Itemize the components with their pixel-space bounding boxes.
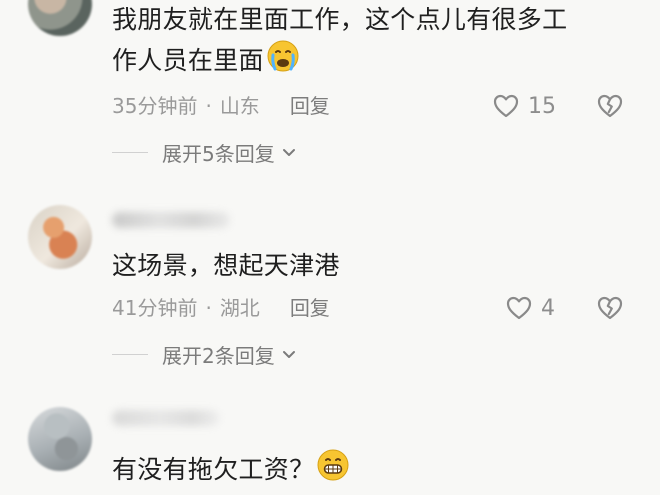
comment-location: 湖北 xyxy=(219,296,260,320)
comment-text: 这场景，想起天津港 xyxy=(112,251,340,280)
comment-text: 有没有拖欠工资？ xyxy=(112,448,617,493)
crying-face-icon xyxy=(266,39,300,84)
avatar[interactable] xyxy=(28,0,92,36)
expand-replies-label: 展开2条回复 xyxy=(162,343,275,368)
comment-location: 山东 xyxy=(219,94,260,118)
heart-icon xyxy=(506,296,532,320)
heart-icon xyxy=(493,94,519,118)
meta-separator: · xyxy=(205,94,212,118)
like-count: 15 xyxy=(528,93,556,119)
avatar[interactable] xyxy=(28,407,92,471)
comment-text: 我朋友就在里面工作，这个点儿有很多工 作人员在里面 xyxy=(112,0,617,84)
chevron-down-icon xyxy=(282,149,295,156)
comment-meta: 41分钟前 · 湖北 回复 xyxy=(112,294,330,322)
meta-separator: · xyxy=(205,296,212,320)
like-button[interactable]: 4 xyxy=(505,294,555,322)
like-button[interactable]: 15 xyxy=(492,92,556,120)
dislike-button[interactable] xyxy=(596,294,624,322)
comment-text-line-2-text: 作人员在里面 xyxy=(112,46,264,75)
expand-replies-button[interactable]: 展开2条回复 xyxy=(112,340,297,368)
grinning-face-icon xyxy=(316,448,350,493)
comment-time: 35分钟前 xyxy=(112,94,198,118)
expand-replies-button[interactable]: 展开5条回复 xyxy=(112,138,297,166)
comment-time: 41分钟前 xyxy=(112,296,198,320)
expand-replies-label: 展开5条回复 xyxy=(162,141,275,166)
like-count: 4 xyxy=(541,295,555,321)
broken-heart-icon xyxy=(597,94,623,118)
username-blurred[interactable] xyxy=(112,410,220,426)
reply-button[interactable]: 回复 xyxy=(290,92,330,120)
reply-button[interactable]: 回复 xyxy=(290,294,330,322)
comment-text-line-1: 我朋友就在里面工作，这个点儿有很多工 xyxy=(112,5,568,34)
divider xyxy=(112,353,148,355)
comment-text-content: 有没有拖欠工资？ xyxy=(112,455,315,484)
username-blurred[interactable] xyxy=(112,212,230,228)
dislike-button[interactable] xyxy=(596,92,624,120)
avatar[interactable] xyxy=(28,205,92,269)
broken-heart-icon xyxy=(597,296,623,320)
comment-meta: 35分钟前 · 山东 回复 xyxy=(112,92,330,120)
comment-text-line-2: 作人员在里面 xyxy=(112,39,617,84)
divider xyxy=(112,151,148,153)
chevron-down-icon xyxy=(282,351,295,358)
